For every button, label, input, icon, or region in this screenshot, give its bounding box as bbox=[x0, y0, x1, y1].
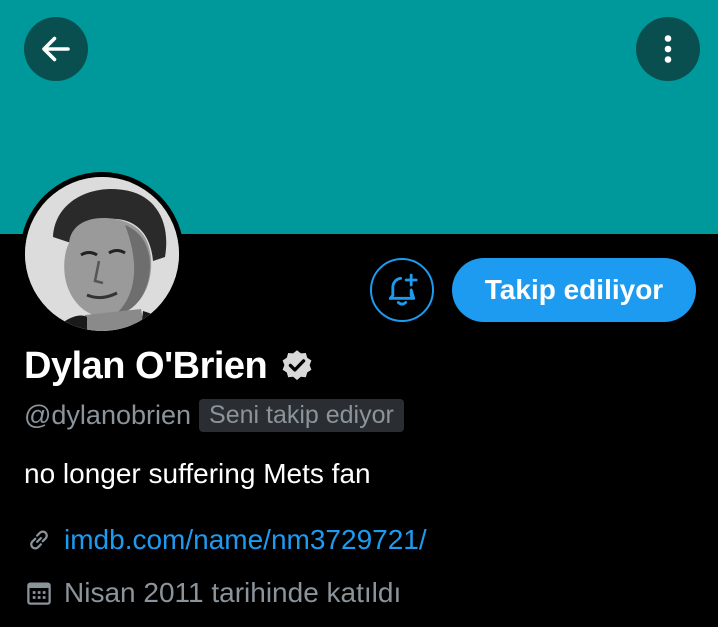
more-options-button[interactable] bbox=[636, 17, 700, 81]
notifications-button[interactable] bbox=[370, 258, 434, 322]
profile-name-row: Dylan O'Brien bbox=[24, 340, 315, 392]
calendar-icon bbox=[27, 582, 51, 605]
profile-handle: @dylanobrien bbox=[24, 399, 192, 430]
handle-row: @dylanobrien Seni takip ediyor bbox=[24, 396, 404, 434]
joined-row: Nisan 2011 tarihinde katıldı bbox=[24, 573, 401, 613]
back-button[interactable] bbox=[24, 17, 88, 81]
join-date: Nisan 2011 tarihinde katıldı bbox=[64, 577, 402, 608]
bell-plus-icon bbox=[388, 273, 418, 306]
link-icon bbox=[30, 530, 48, 550]
website-link[interactable]: imdb.com/name/nm3729721/ bbox=[64, 524, 427, 556]
avatar-photo bbox=[25, 177, 179, 331]
more-vertical-icon bbox=[664, 35, 672, 63]
follows-you-badge: Seni takip ediyor bbox=[199, 398, 404, 432]
profile-name: Dylan O'Brien bbox=[24, 344, 268, 387]
profile-screen: Takip ediliyor Dylan O'Brien @dylanobrie… bbox=[0, 0, 718, 627]
arrow-left-icon bbox=[42, 36, 70, 62]
profile-bio: no longer suffering Mets fan bbox=[24, 458, 371, 489]
avatar[interactable] bbox=[20, 172, 184, 336]
website-row: imdb.com/name/nm3729721/ bbox=[24, 520, 427, 560]
following-button[interactable]: Takip ediliyor bbox=[452, 258, 696, 322]
verified-badge-icon bbox=[282, 350, 312, 380]
